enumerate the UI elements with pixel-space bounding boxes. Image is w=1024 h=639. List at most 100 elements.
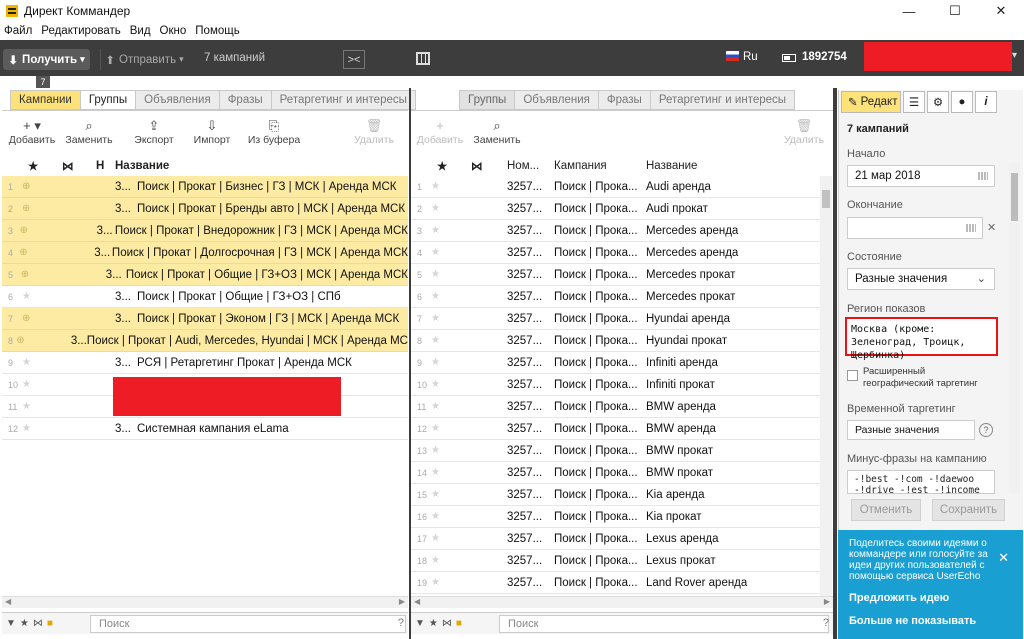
- close-icon[interactable]: ✕: [998, 550, 1009, 566]
- editor-vscroll[interactable]: [1009, 163, 1020, 493]
- export-button[interactable]: ⇪ Экспорт: [132, 118, 176, 146]
- star-icon[interactable]: ★: [431, 401, 507, 412]
- replace-button[interactable]: ⌕ Заменить: [64, 118, 114, 146]
- table-row[interactable]: 8 ⊕ 3... Поиск | Прокат | Audi, Mercedes, H…: [2, 330, 408, 352]
- table-row[interactable]: 4 ★ 3257... Поиск | Прока... Mercedes аренда: [411, 242, 820, 264]
- star-filter-icon[interactable]: ★: [20, 618, 29, 629]
- send-button[interactable]: ⬆ Отправить ▾: [100, 49, 188, 70]
- col-name[interactable]: Название: [115, 160, 169, 172]
- star-icon[interactable]: ★: [431, 247, 507, 258]
- table-row[interactable]: 7 ⊕ 3... Поиск | Прокат | Эконом | ГЗ | МСК…: [2, 308, 408, 330]
- account-name-redacted[interactable]: [864, 42, 1012, 71]
- table-row[interactable]: 6 ★ 3257... Поиск | Прока... Mercedes прокат: [411, 286, 820, 308]
- star-icon[interactable]: ★: [431, 467, 507, 478]
- left-search-help[interactable]: ?: [398, 617, 404, 629]
- sync-filter-icon[interactable]: ⋈: [442, 618, 452, 629]
- calendar-icon[interactable]: [966, 224, 976, 232]
- sync-status-icon[interactable]: ⊕: [16, 335, 71, 346]
- star-icon[interactable]: ★: [431, 313, 507, 324]
- star-icon[interactable]: ★: [431, 181, 507, 192]
- star-icon[interactable]: ★: [431, 577, 507, 588]
- col-sync[interactable]: ⋈: [62, 159, 96, 173]
- maximize-button[interactable]: ☐: [932, 0, 978, 22]
- middle-hscroll[interactable]: ◀ ▶: [411, 596, 833, 608]
- table-row[interactable]: 4 ⊕ 3... Поиск | Прокат | Долгосрочная | ГЗ…: [2, 242, 408, 264]
- scroll-left-icon[interactable]: ◀: [5, 597, 11, 606]
- left-hscroll[interactable]: ◀ ▶: [2, 596, 408, 608]
- table-row[interactable]: 8 ★ 3257... Поиск | Прока... Hyundai прокат: [411, 330, 820, 352]
- left-search-input[interactable]: Поиск: [90, 615, 406, 633]
- add-group-button[interactable]: + Добавить: [416, 118, 464, 146]
- middle-search-help[interactable]: ?: [823, 617, 829, 629]
- table-row[interactable]: 17 ★ 3257... Поиск | Прока... Lexus аренда: [411, 528, 820, 550]
- star-icon[interactable]: ★: [431, 423, 507, 434]
- tab-edit[interactable]: ✎ Редакт: [841, 91, 901, 113]
- sync-status-icon[interactable]: ⊕: [22, 181, 115, 192]
- col-favorite-mid[interactable]: ★: [437, 159, 471, 173]
- tab-groups[interactable]: Группы: [80, 90, 137, 110]
- tab-ads[interactable]: Объявления: [136, 90, 220, 110]
- table-row[interactable]: 2 ★ 3257... Поиск | Прока... Audi прокат: [411, 198, 820, 220]
- star-icon[interactable]: ★: [431, 335, 507, 346]
- start-date-field[interactable]: 21 мар 2018: [847, 165, 995, 187]
- state-select[interactable]: Разные значения ⌄: [847, 268, 995, 290]
- sync-status-icon[interactable]: ⊕: [22, 203, 115, 214]
- menu-window[interactable]: Окно: [156, 25, 192, 37]
- star-icon[interactable]: ★: [431, 489, 507, 500]
- star-icon[interactable]: ★: [22, 423, 115, 434]
- table-row[interactable]: 5 ⊕ 3... Поиск | Прокат | Общие | ГЗ+ОЗ | М…: [2, 264, 408, 286]
- table-row[interactable]: 1 ⊕ 3... Поиск | Прокат | Бизнес | ГЗ | МСК…: [2, 176, 408, 198]
- table-row[interactable]: 15 ★ 3257... Поиск | Прока... Kia аренда: [411, 484, 820, 506]
- star-icon[interactable]: ★: [431, 225, 507, 236]
- menu-view[interactable]: Вид: [126, 25, 156, 37]
- star-icon[interactable]: ★: [22, 401, 115, 412]
- tab-settings-gear[interactable]: ⚙: [927, 91, 949, 113]
- minus-phrases-field[interactable]: -!best -!com -!daewoo -!drive -!est -!in…: [847, 470, 995, 494]
- table-row[interactable]: 2 ⊕ 3... Поиск | Прокат | Бренды авто | МСК…: [2, 198, 408, 220]
- delete-group-button[interactable]: 🗑 Удалить: [784, 118, 824, 146]
- suggest-idea-link[interactable]: Предложить идею: [849, 592, 949, 604]
- sync-status-icon[interactable]: ⊕: [19, 247, 94, 258]
- col-number-mid[interactable]: Ном...: [507, 160, 554, 172]
- save-button[interactable]: Сохранить: [932, 499, 1005, 521]
- sync-status-icon[interactable]: ⊕: [22, 313, 115, 324]
- tab-phrases[interactable]: Фразы: [219, 90, 272, 110]
- table-row[interactable]: 1 ★ 3257... Поиск | Прока... Audi аренда: [411, 176, 820, 198]
- time-targeting-field[interactable]: Разные значения: [847, 420, 975, 440]
- from-clipboard-button[interactable]: ⎘ Из буфера: [246, 118, 302, 146]
- import-button[interactable]: ⇩ Импорт: [190, 118, 234, 146]
- table-row[interactable]: 19 ★ 3257... Поиск | Прока... Land Rover аре…: [411, 572, 820, 594]
- table-row[interactable]: 12 ★ 3... Системная кампания eLama: [2, 418, 408, 440]
- table-row[interactable]: 10 ★ 3257... Поиск | Прока... Infiniti прока…: [411, 374, 820, 396]
- middle-search-input[interactable]: Поиск: [499, 615, 829, 633]
- dont-show-again-link[interactable]: Больше не показывать: [849, 615, 976, 627]
- table-row[interactable]: 7 ★ 3257... Поиск | Прока... Hyundai аренда: [411, 308, 820, 330]
- col-favorite[interactable]: ★: [28, 159, 62, 173]
- menu-file[interactable]: Файл: [0, 25, 37, 37]
- calendar-icon[interactable]: [978, 172, 988, 180]
- cancel-button[interactable]: Отменить: [851, 499, 921, 521]
- tab-retargeting-mid[interactable]: Ретаргетинг и интересы: [650, 90, 796, 110]
- tab-settings-sliders[interactable]: ☰: [903, 91, 925, 113]
- help-icon[interactable]: ?: [979, 423, 993, 437]
- menu-edit[interactable]: Редактировать: [37, 25, 125, 37]
- get-button[interactable]: ⬇ Получить ▾: [3, 49, 90, 70]
- table-row[interactable]: 9 ★ 3257... Поиск | Прока... Infiniti аренда: [411, 352, 820, 374]
- star-icon[interactable]: ★: [22, 357, 115, 368]
- scroll-right-icon[interactable]: ▶: [824, 597, 830, 606]
- grid-view-icon[interactable]: [416, 52, 430, 65]
- collapse-panel-button[interactable]: ><: [343, 50, 365, 69]
- tab-comments[interactable]: ●: [951, 91, 973, 113]
- col-campaign-mid[interactable]: Кампания: [554, 160, 646, 172]
- add-button[interactable]: + ▾ Добавить: [8, 118, 56, 146]
- middle-vscroll[interactable]: [820, 176, 832, 596]
- tab-groups-mid[interactable]: Группы: [459, 90, 516, 110]
- folder-filter-icon[interactable]: ■: [47, 618, 53, 629]
- star-icon[interactable]: ★: [431, 511, 507, 522]
- scroll-thumb[interactable]: [822, 190, 830, 208]
- star-icon[interactable]: ★: [431, 269, 507, 280]
- table-row[interactable]: 18 ★ 3257... Поиск | Прока... Lexus прокат: [411, 550, 820, 572]
- star-icon[interactable]: ★: [431, 379, 507, 390]
- close-window-button[interactable]: ✕: [978, 0, 1024, 22]
- col-name-mid[interactable]: Название: [646, 160, 697, 172]
